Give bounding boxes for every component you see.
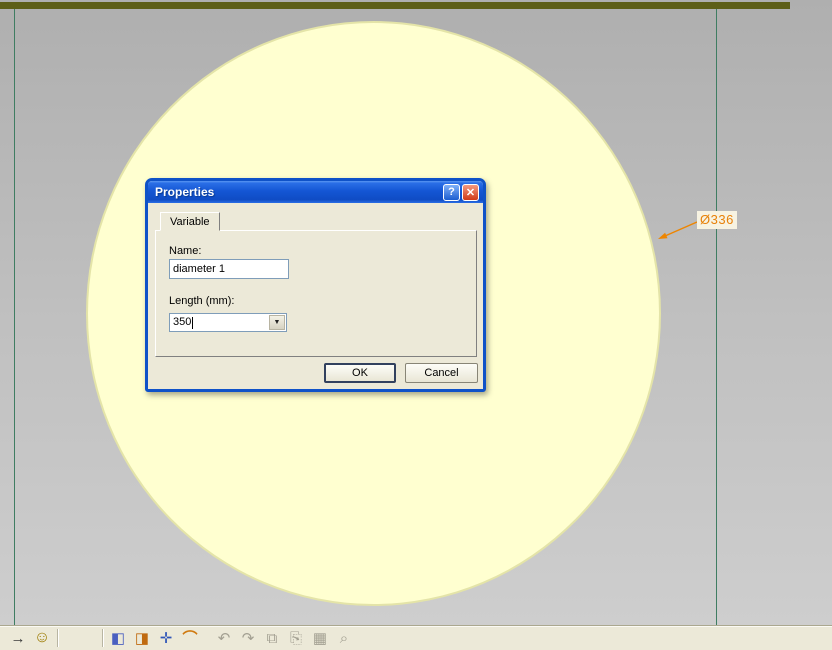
dimensional-constraint-icon[interactable]: ⌒ <box>178 628 202 648</box>
smiley-icon[interactable]: ☺ <box>30 628 54 648</box>
length-value: 350 <box>173 316 192 328</box>
name-input[interactable] <box>169 259 289 279</box>
window-edge-strip <box>0 2 790 9</box>
help-icon[interactable]: ? <box>443 183 460 201</box>
length-combobox[interactable]: 350 ▼ <box>169 313 287 332</box>
reference-line-left <box>14 9 15 625</box>
grid-icon[interactable]: ▦ <box>308 628 332 648</box>
ok-button[interactable]: OK <box>324 363 396 383</box>
tab-panel: Name: Length (mm): 350 ▼ <box>155 230 477 357</box>
copy-icon[interactable]: ⧉ <box>260 628 284 648</box>
paste-icon[interactable]: ⎘ <box>284 628 308 648</box>
constraint-diagnostic-icon[interactable]: ◨ <box>130 628 154 648</box>
length-label: Length (mm): <box>169 295 235 307</box>
properties-dialog: Properties ? ✕ Variable Name: Length (mm… <box>145 178 486 392</box>
cad-viewport: Ø336 Properties ? ✕ Variable Name: Lengt… <box>0 0 832 650</box>
tab-variable[interactable]: Variable <box>160 212 220 231</box>
dialog-titlebar[interactable]: Properties ? ✕ <box>148 181 483 203</box>
name-label: Name: <box>169 245 202 257</box>
close-icon[interactable]: ✕ <box>462 183 479 201</box>
chevron-down-icon[interactable]: ▼ <box>269 315 285 330</box>
diameter-dimension-label[interactable]: Ø336 <box>697 211 737 229</box>
bottom-toolbar: → ☺ ◧ ◨ ✛ ⌒ ↶ ↷ ⧉ ⎘ ▦ ⌕ <box>0 625 832 650</box>
text-caret <box>192 317 193 329</box>
cancel-button[interactable]: Cancel <box>405 363 478 383</box>
search-icon[interactable]: ⌕ <box>332 628 356 648</box>
sketch-analysis-icon[interactable]: ◧ <box>106 628 130 648</box>
reference-line-right <box>716 9 717 625</box>
toolbar-separator <box>57 629 58 647</box>
undo-icon[interactable]: ↶ <box>212 628 236 648</box>
exit-workbench-icon[interactable]: → <box>6 628 30 648</box>
redo-icon[interactable]: ↷ <box>236 628 260 648</box>
toolbar-separator <box>102 629 103 647</box>
geometric-constraint-icon[interactable]: ✛ <box>154 628 178 648</box>
dialog-title: Properties <box>155 185 215 199</box>
